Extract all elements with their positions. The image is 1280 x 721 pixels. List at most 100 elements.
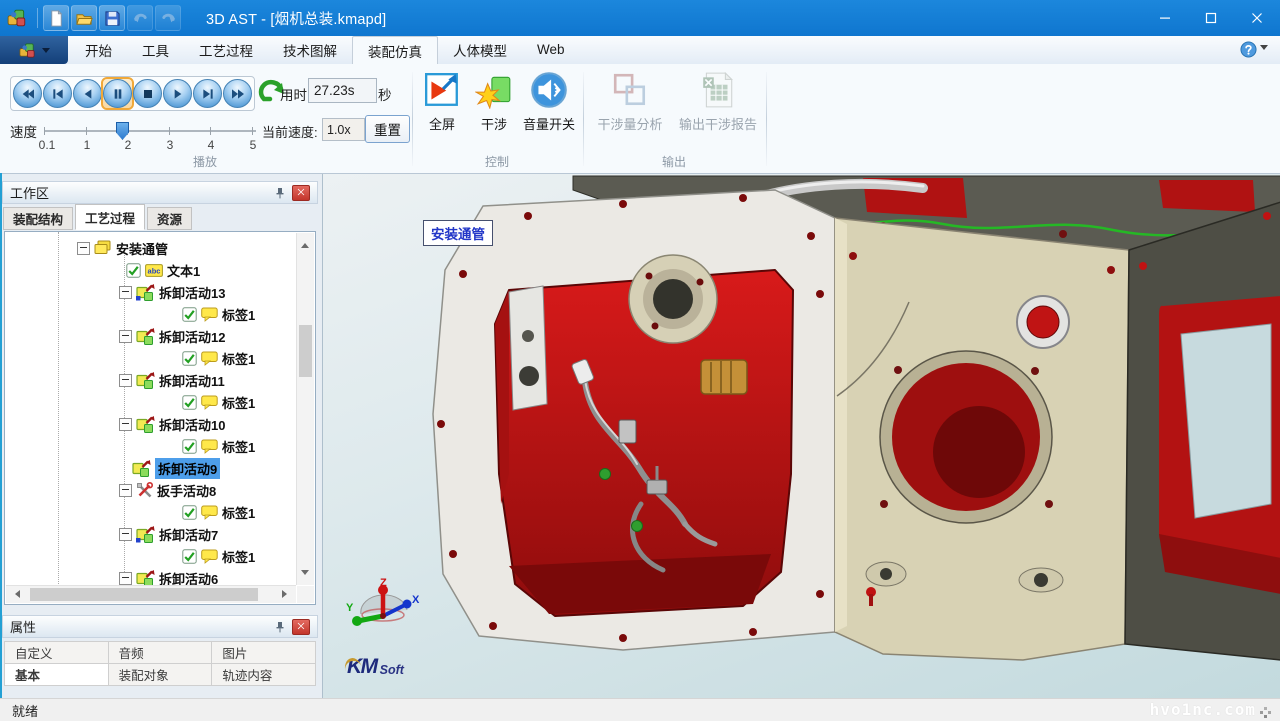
close-button[interactable]	[1234, 0, 1280, 36]
elapsed-time-field[interactable]: 27.23s	[308, 78, 377, 103]
tab-human-model[interactable]: 人体模型	[438, 36, 522, 63]
tree-item-wrench-activity8[interactable]: 扳手活动8	[5, 479, 295, 501]
tab-assembly-structure[interactable]: 装配结构	[3, 207, 73, 230]
tree-item-tag[interactable]: 标签1	[5, 435, 295, 457]
maximize-button[interactable]	[1188, 0, 1234, 36]
scroll-down-icon[interactable]	[301, 570, 309, 579]
collapse-expander-icon[interactable]	[119, 572, 132, 585]
activity-icon	[136, 284, 155, 301]
current-speed-field[interactable]: 1.0x	[322, 118, 365, 141]
previous-button[interactable]	[43, 79, 72, 108]
collapse-expander-icon[interactable]	[119, 484, 132, 497]
pause-button[interactable]	[103, 79, 132, 108]
tab-technical-illustration[interactable]: 技术图解	[268, 36, 352, 63]
collapse-expander-icon[interactable]	[119, 330, 132, 343]
play-button[interactable]	[163, 79, 192, 108]
pin-icon[interactable]	[274, 187, 286, 199]
next-button[interactable]	[193, 79, 222, 108]
interference-report-button[interactable]: 输出干涉报告	[672, 71, 764, 133]
new-document-button[interactable]	[43, 5, 69, 31]
folder-stack-icon	[94, 240, 112, 256]
skip-to-start-button[interactable]	[13, 79, 42, 108]
properties-close-button[interactable]	[292, 619, 310, 635]
tab-resources[interactable]: 资源	[147, 207, 192, 230]
collapse-expander-icon[interactable]	[119, 374, 132, 387]
tab-trajectory[interactable]: 轨迹内容	[212, 664, 316, 686]
orientation-axes[interactable]: Z X Y	[345, 578, 421, 634]
reset-speed-button[interactable]: 重置	[365, 115, 410, 143]
checkbox-checked-icon[interactable]	[182, 351, 197, 366]
activity-icon	[136, 328, 155, 345]
checkbox-checked-icon[interactable]	[182, 505, 197, 520]
chevron-down-icon	[42, 48, 50, 57]
workspace-close-button[interactable]	[292, 185, 310, 201]
checkbox-checked-icon[interactable]	[182, 439, 197, 454]
tree-item-activity9-selected[interactable]: 拆卸活动9	[5, 457, 295, 479]
tree-item-activity7[interactable]: 拆卸活动7	[5, 523, 295, 545]
interference-report-icon	[699, 71, 737, 109]
fast-forward-button[interactable]	[223, 79, 252, 108]
tab-basic[interactable]: 基本	[5, 664, 109, 686]
pin-icon[interactable]	[274, 621, 286, 633]
speed-tick-label: 0.1	[39, 138, 56, 152]
fullscreen-icon	[423, 71, 461, 109]
3d-viewport[interactable]: 安装通管 Z X Y KM Soft	[322, 174, 1280, 698]
tab-audio[interactable]: 音频	[109, 642, 213, 664]
tree-item-text1[interactable]: 文本1	[5, 259, 295, 281]
tab-process[interactable]: 工艺过程	[184, 36, 268, 63]
tree-item-activity11[interactable]: 拆卸活动11	[5, 369, 295, 391]
tree-item-tag[interactable]: 标签1	[5, 391, 295, 413]
collapse-expander-icon[interactable]	[119, 528, 132, 541]
application-menu-button[interactable]	[0, 36, 68, 64]
minimize-button[interactable]	[1142, 0, 1188, 36]
interference-analysis-icon	[611, 71, 649, 109]
tab-web[interactable]: Web	[522, 36, 580, 63]
volume-toggle-button[interactable]: 音量开关	[518, 71, 580, 133]
horizontal-scrollbar[interactable]	[6, 585, 296, 603]
tree-item-activity13[interactable]: 拆卸活动13	[5, 281, 295, 303]
cad-model[interactable]	[323, 174, 1280, 698]
checkbox-checked-icon[interactable]	[182, 549, 197, 564]
save-button[interactable]	[99, 5, 125, 31]
horizontal-scrollbar-thumb[interactable]	[30, 588, 258, 601]
collapse-expander-icon[interactable]	[119, 418, 132, 431]
checkbox-checked-icon[interactable]	[126, 263, 141, 278]
tree-item-tag[interactable]: 标签1	[5, 545, 295, 567]
tab-custom[interactable]: 自定义	[5, 642, 109, 664]
collapse-expander-icon[interactable]	[77, 242, 90, 255]
tab-assembly-simulation[interactable]: 装配仿真	[352, 36, 438, 65]
current-speed-label: 当前速度:	[262, 122, 318, 141]
checkbox-checked-icon[interactable]	[182, 307, 197, 322]
fullscreen-button[interactable]: 全屏	[416, 71, 468, 133]
checkbox-checked-icon[interactable]	[182, 395, 197, 410]
stop-button[interactable]	[133, 79, 162, 108]
tab-image[interactable]: 图片	[212, 642, 316, 664]
tab-assembly-object[interactable]: 装配对象	[109, 664, 213, 686]
speed-slider-track[interactable]	[44, 130, 256, 132]
tab-tools[interactable]: 工具	[127, 36, 184, 63]
tab-start[interactable]: 开始	[70, 36, 127, 63]
vertical-scrollbar[interactable]	[296, 233, 314, 585]
tree-item-tag[interactable]: 标签1	[5, 303, 295, 325]
tree-item-activity12[interactable]: 拆卸活动12	[5, 325, 295, 347]
interference-analysis-button[interactable]: 干涉量分析	[590, 71, 670, 133]
scroll-left-icon[interactable]	[11, 590, 20, 598]
tree-item-install-pipe[interactable]: 安装通管	[5, 237, 295, 259]
interference-button[interactable]: 干涉	[470, 71, 518, 133]
help-button[interactable]	[1240, 41, 1268, 58]
redo-button[interactable]	[155, 5, 181, 31]
output-group-label: 输出	[583, 153, 765, 170]
scroll-up-icon[interactable]	[301, 239, 309, 248]
tree-item-activity10[interactable]: 拆卸活动10	[5, 413, 295, 435]
tab-process-tree[interactable]: 工艺过程	[75, 204, 145, 230]
collapse-expander-icon[interactable]	[119, 286, 132, 299]
tree-item-tag[interactable]: 标签1	[5, 501, 295, 523]
scroll-right-icon[interactable]	[282, 590, 291, 598]
vertical-scrollbar-thumb[interactable]	[299, 325, 312, 377]
undo-button[interactable]	[127, 5, 153, 31]
activity-icon	[136, 416, 155, 433]
tree-item-tag[interactable]: 标签1	[5, 347, 295, 369]
properties-panel-title: 属性	[10, 617, 274, 636]
open-file-button[interactable]	[71, 5, 97, 31]
step-back-button[interactable]	[73, 79, 102, 108]
